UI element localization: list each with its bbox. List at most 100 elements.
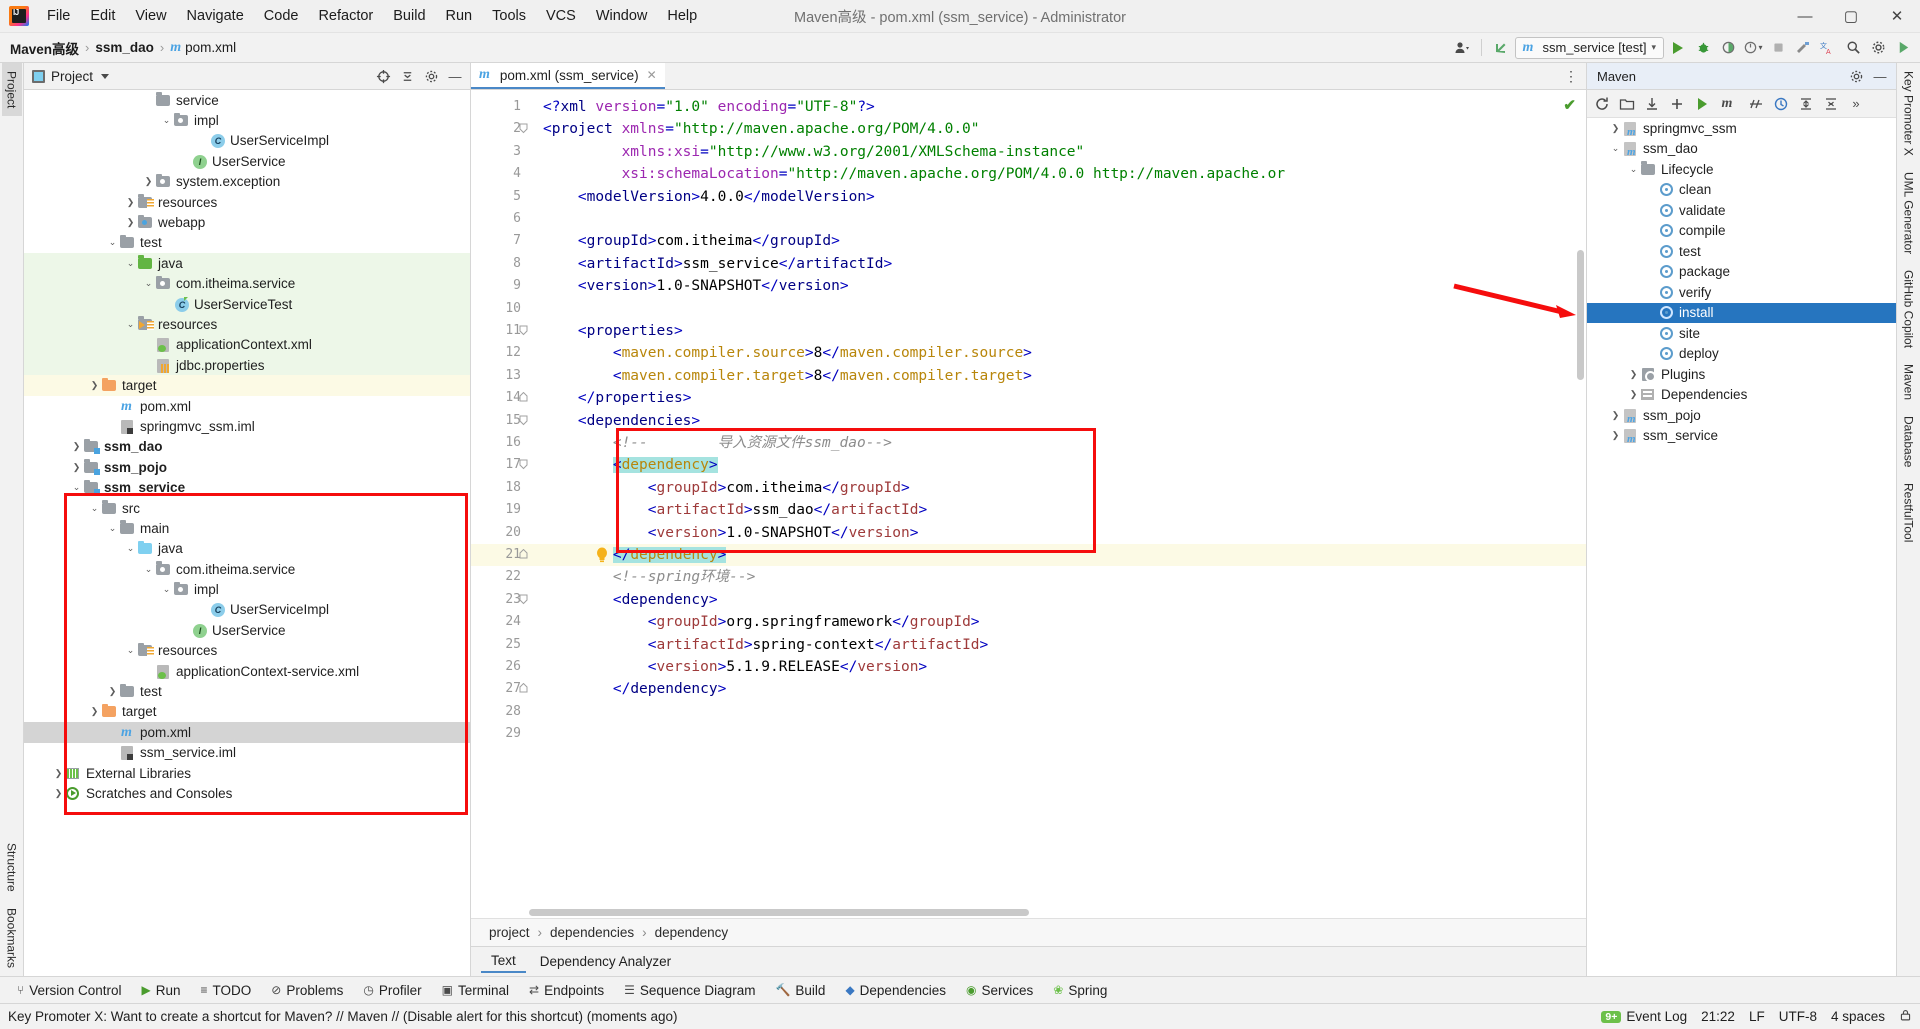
chevron-down-icon[interactable]: ⌄ xyxy=(124,645,137,656)
chevron-down-icon[interactable]: ⌄ xyxy=(88,503,101,514)
run-button[interactable] xyxy=(1667,37,1689,59)
settings-gear-icon[interactable] xyxy=(1867,37,1889,59)
menu-file[interactable]: File xyxy=(37,4,80,28)
tree-row[interactable]: ⌄ resources xyxy=(24,314,470,335)
tree-row[interactable]: ❯ resources xyxy=(24,192,470,212)
tree-row[interactable]: I UserService xyxy=(24,151,470,171)
fold-end-icon[interactable] xyxy=(519,548,528,562)
status-indent[interactable]: 4 spaces xyxy=(1831,1009,1885,1024)
code-line[interactable]: <artifactId>ssm_service</artifactId> xyxy=(543,253,892,275)
tree-row[interactable]: jdbc.properties xyxy=(24,355,470,376)
tool-tab-uml-generator[interactable]: UML Generator xyxy=(1899,164,1919,262)
tree-row[interactable]: ⌄ impl xyxy=(24,110,470,130)
chevron-right-icon[interactable]: ❯ xyxy=(1609,123,1622,134)
tool-tab-restfultool[interactable]: RestfulTool xyxy=(1899,475,1919,550)
intention-bulb-icon[interactable] xyxy=(595,547,609,570)
maven-tree-row[interactable]: ⌄ ssm_dao xyxy=(1587,139,1896,160)
chevron-right-icon[interactable]: ❯ xyxy=(70,441,83,452)
tree-row[interactable]: ⌄ com.itheima.service xyxy=(24,273,470,294)
chevron-right-icon[interactable]: ❯ xyxy=(1627,369,1640,380)
search-icon[interactable] xyxy=(1842,37,1864,59)
tree-row[interactable]: C UserServiceImpl xyxy=(24,600,470,620)
bottom-tab-endpoints[interactable]: ⇄ Endpoints xyxy=(520,980,613,1001)
event-log-item[interactable]: 9+ Event Log xyxy=(1601,1009,1687,1024)
status-encoding[interactable]: UTF-8 xyxy=(1779,1009,1817,1024)
chevron-down-icon[interactable]: ⌄ xyxy=(124,543,137,554)
bottom-tab-services[interactable]: ◉ Services xyxy=(957,980,1042,1001)
run-with-coverage-button[interactable] xyxy=(1717,37,1739,59)
maven-hide-icon[interactable]: — xyxy=(1869,65,1891,87)
debug-button[interactable] xyxy=(1692,37,1714,59)
tool-tab-maven[interactable]: Maven xyxy=(1899,356,1919,408)
chevron-down-icon[interactable]: ⌄ xyxy=(70,482,83,493)
breadcrumb-dependency-element[interactable]: dependency xyxy=(655,925,729,940)
chevron-down-icon[interactable]: ⌄ xyxy=(106,237,119,248)
chevron-down-icon[interactable]: ⌄ xyxy=(124,319,137,330)
maven-tree[interactable]: ❯springmvc_ssm⌄ssm_dao⌄Lifecyclecleanval… xyxy=(1587,118,1896,976)
tree-row[interactable]: ⌄ src xyxy=(24,498,470,518)
bottom-tab-terminal[interactable]: ▣ Terminal xyxy=(433,980,518,1001)
chevron-right-icon[interactable]: ❯ xyxy=(1609,430,1622,441)
maven-tree-row[interactable]: package xyxy=(1587,262,1896,283)
tree-row[interactable]: ❯ test xyxy=(24,681,470,701)
code-editor[interactable]: 1 2 3 4 5 6 7 8 9 10 11 12 13 14 15 16 17 18 19 20 21 22 23 24 2… xyxy=(471,90,1586,918)
tree-row[interactable]: I UserService xyxy=(24,620,470,640)
tree-row[interactable]: ❯ External Libraries xyxy=(24,763,470,783)
collapse-all-icon[interactable] xyxy=(396,65,418,87)
tree-row[interactable]: service xyxy=(24,90,470,110)
chevron-down-icon[interactable] xyxy=(101,73,110,79)
chevron-down-icon[interactable]: ⌄ xyxy=(1627,164,1640,175)
tree-row[interactable]: ⌄ impl xyxy=(24,579,470,599)
code-line[interactable]: <groupId>com.itheima</groupId> xyxy=(543,230,840,252)
profile-button[interactable]: ▾ xyxy=(1742,37,1764,59)
maven-settings-gear-icon[interactable] xyxy=(1845,65,1867,87)
update-project-icon[interactable] xyxy=(1490,37,1512,59)
chevron-right-icon[interactable]: ❯ xyxy=(106,686,119,697)
maven-tree-row[interactable]: ❯ Dependencies xyxy=(1587,385,1896,406)
chevron-right-icon[interactable]: ❯ xyxy=(1627,389,1640,400)
menu-view[interactable]: View xyxy=(125,4,176,28)
fold-expanded-icon[interactable] xyxy=(519,123,528,136)
code-line[interactable]: <version>1.0-SNAPSHOT</version> xyxy=(543,275,849,297)
code-line[interactable]: </properties> xyxy=(543,387,692,409)
tree-row[interactable]: ❯ ssm_pojo xyxy=(24,457,470,477)
toggle-skip-tests-icon[interactable] xyxy=(1745,93,1767,115)
code-line[interactable]: <version>5.1.9.RELEASE</version> xyxy=(543,656,927,678)
code-line[interactable]: <!-- 导入资源文件ssm_dao--> xyxy=(543,432,892,454)
maven-tree-row[interactable]: validate xyxy=(1587,200,1896,221)
fold-expanded-icon[interactable] xyxy=(519,594,528,607)
execute-maven-goal-icon[interactable]: m xyxy=(1716,93,1738,115)
fold-expanded-icon[interactable] xyxy=(519,459,528,472)
menu-navigate[interactable]: Navigate xyxy=(177,4,254,28)
maven-tree-row[interactable]: install xyxy=(1587,302,1896,323)
maven-run-icon[interactable] xyxy=(1691,93,1713,115)
code-line[interactable]: <project xmlns="http://maven.apache.org/… xyxy=(543,118,980,140)
tree-row[interactable]: m pom.xml xyxy=(24,396,470,416)
code-line[interactable]: <modelVersion>4.0.0</modelVersion> xyxy=(543,186,875,208)
maven-tree-row[interactable]: ⌄ Lifecycle xyxy=(1587,159,1896,180)
menu-edit[interactable]: Edit xyxy=(80,4,125,28)
maven-tree-row[interactable]: ❯ ssm_service xyxy=(1587,426,1896,447)
code-line[interactable]: <groupId>org.springframework</groupId> xyxy=(543,611,980,633)
tool-tab-key-promoter-x[interactable]: Key Promoter X xyxy=(1899,63,1919,164)
chevron-right-icon[interactable]: ❯ xyxy=(88,380,101,391)
tree-row[interactable]: ⌄ java xyxy=(24,539,470,559)
editor-vertical-scrollbar[interactable] xyxy=(1577,250,1584,380)
collapse-all-icon[interactable] xyxy=(1820,93,1842,115)
status-line-separator[interactable]: LF xyxy=(1749,1009,1765,1024)
menu-tools[interactable]: Tools xyxy=(482,4,536,28)
tool-tab-database[interactable]: Database xyxy=(1899,408,1919,475)
translate-icon[interactable]: 文A xyxy=(1817,37,1839,59)
menu-code[interactable]: Code xyxy=(254,4,309,28)
chevron-right-icon[interactable]: ❯ xyxy=(52,768,65,779)
chevron-down-icon[interactable]: ⌄ xyxy=(142,564,155,575)
tool-tab-structure[interactable]: Structure xyxy=(2,835,22,900)
tree-row[interactable]: ❯ ssm_dao xyxy=(24,437,470,457)
bottom-tab-profiler[interactable]: ◷ Profiler xyxy=(354,980,430,1001)
code-line[interactable]: <dependencies> xyxy=(543,410,700,432)
run-configuration-selector[interactable]: m ssm_service [test] ▾ xyxy=(1514,36,1664,59)
tree-row[interactable]: springmvc_ssm.iml xyxy=(24,416,470,436)
chevron-down-icon[interactable]: ⌄ xyxy=(160,584,173,595)
chevron-down-icon[interactable]: ⌄ xyxy=(124,258,137,269)
project-tree[interactable]: service ⌄ impl C UserServiceImpl I UserService… xyxy=(24,90,470,976)
